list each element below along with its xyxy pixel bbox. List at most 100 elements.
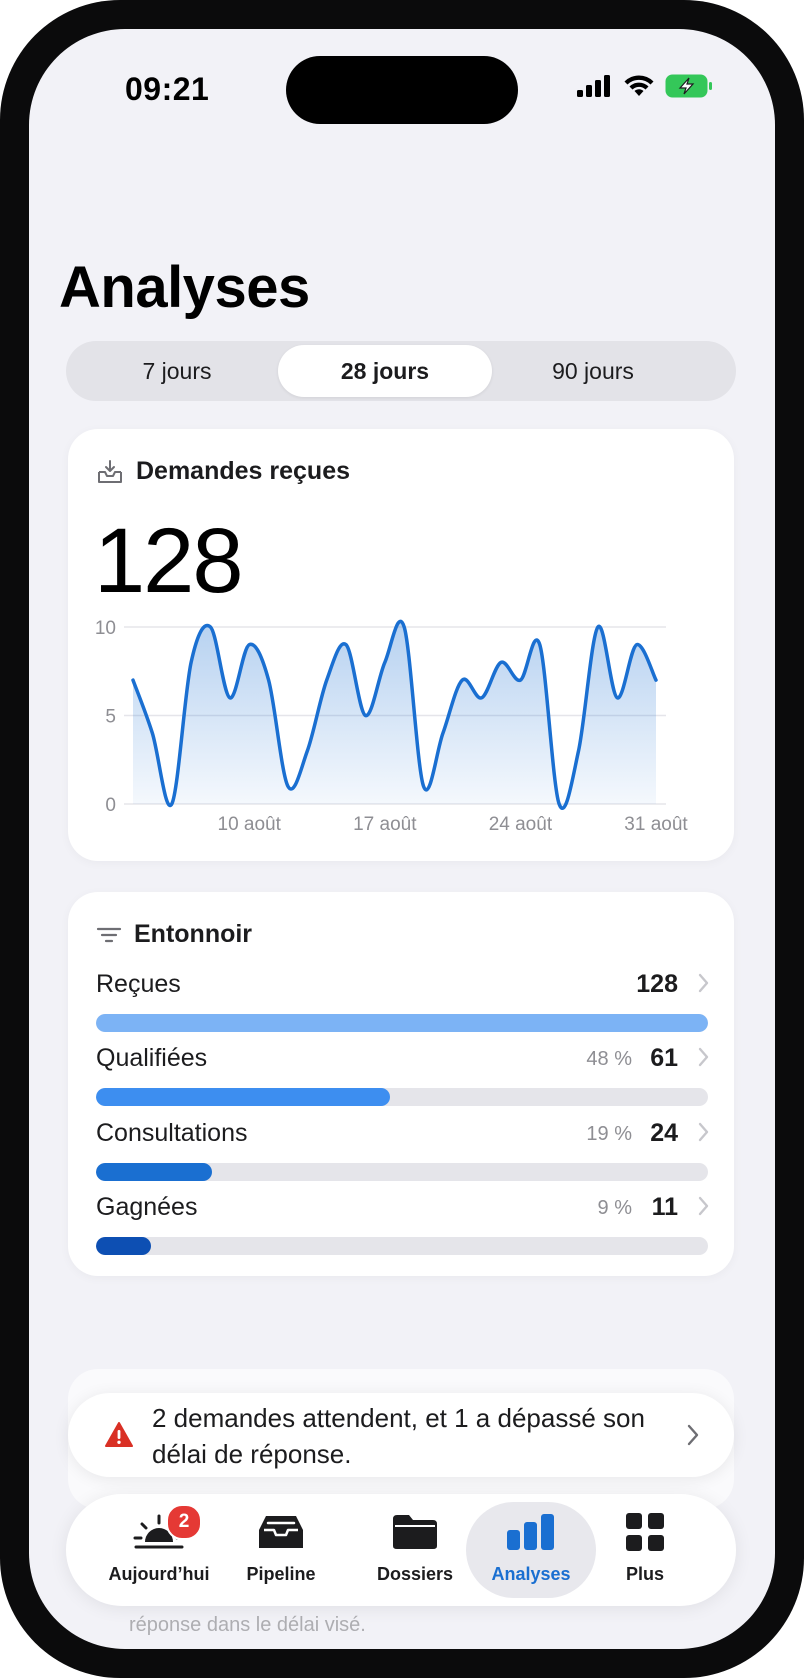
dynamic-island bbox=[286, 56, 518, 124]
funnel-bar-fill bbox=[96, 1237, 152, 1255]
tab-analyses[interactable]: Analyses bbox=[466, 1494, 596, 1606]
chart-point bbox=[131, 678, 135, 682]
tab-today[interactable]: 2 Aujourd’hui bbox=[94, 1494, 224, 1606]
funnel-card: Entonnoir Reçues 128 Qualifiées 48 % 61 Consu… bbox=[68, 892, 734, 1276]
funnel-bar-fill bbox=[96, 1014, 708, 1032]
tab-plus[interactable]: Plus bbox=[580, 1494, 710, 1606]
tab-label-pipeline: Pipeline bbox=[246, 1564, 316, 1584]
chart-point bbox=[422, 784, 426, 788]
x-tick-label: 17 août bbox=[353, 814, 417, 835]
funnel-row-label: Gagnées bbox=[96, 1193, 198, 1221]
page-title: Analyses bbox=[59, 255, 310, 320]
segment-90-days[interactable]: 90 jours bbox=[486, 345, 700, 397]
funnel-card-title: Entonnoir bbox=[134, 920, 253, 948]
chevron-right-icon bbox=[698, 1196, 709, 1216]
chart-point bbox=[499, 660, 503, 664]
phone-frame: 09:21 Analyses 7 jours 28 jours 90 jours… bbox=[0, 0, 804, 1678]
funnel-row[interactable]: Qualifiées 48 % 61 bbox=[96, 1044, 709, 1108]
status-time: 09:21 bbox=[125, 71, 210, 107]
chart-point bbox=[480, 696, 484, 700]
chart-point bbox=[538, 643, 542, 647]
y-tick-label: 5 bbox=[105, 707, 116, 728]
chart-point bbox=[402, 625, 406, 629]
banner-text: 2 demandes attendent, et 1 a dépassé son… bbox=[152, 1403, 645, 1469]
battery-charging-icon bbox=[665, 74, 712, 98]
funnel-row[interactable]: Reçues 128 bbox=[96, 970, 709, 1034]
chart-point bbox=[460, 678, 464, 682]
chart-point bbox=[518, 678, 522, 682]
today-badge: 2 bbox=[166, 1504, 202, 1540]
funnel-bar-track bbox=[96, 1088, 708, 1106]
period-segmented-control: 7 jours 28 jours 90 jours bbox=[66, 341, 736, 401]
chart-point bbox=[286, 784, 290, 788]
funnel-bar-track bbox=[96, 1237, 708, 1255]
chevron-right-icon bbox=[698, 973, 709, 993]
funnel-row-percent: 48 % bbox=[586, 1048, 632, 1070]
background-text: réponse dans le délai visé. bbox=[129, 1614, 366, 1636]
requests-chart: 0 5 10 10 août 17 août 24 août 31 août bbox=[95, 618, 689, 835]
x-tick-label: 24 août bbox=[489, 814, 553, 835]
funnel-row-value: 61 bbox=[650, 1044, 678, 1072]
chart-point bbox=[267, 678, 271, 682]
chart-point bbox=[654, 678, 658, 682]
chevron-right-icon bbox=[698, 1047, 709, 1067]
cellular-signal-icon bbox=[577, 75, 610, 97]
folder-icon bbox=[393, 1515, 437, 1549]
segment-7-days[interactable]: 7 jours bbox=[70, 345, 284, 397]
chart-point bbox=[441, 731, 445, 735]
grid-icon bbox=[626, 1513, 664, 1551]
chart-point bbox=[577, 749, 581, 753]
chart-point bbox=[228, 696, 232, 700]
chart-point bbox=[189, 660, 193, 664]
tray-icon bbox=[259, 1516, 303, 1548]
tab-label-analyses: Analyses bbox=[491, 1564, 571, 1584]
funnel-row-percent: 9 % bbox=[597, 1197, 632, 1219]
chart-point bbox=[247, 643, 251, 647]
tab-dossiers[interactable]: Dossiers bbox=[350, 1494, 480, 1606]
funnel-row[interactable]: Consultations 19 % 24 bbox=[96, 1119, 709, 1183]
funnel-row[interactable]: Gagnées 9 % 11 bbox=[96, 1193, 709, 1257]
chart-point bbox=[170, 802, 174, 806]
requests-card[interactable]: Demandes reçues 128 0 5 10 10 août 17 août 24… bbox=[68, 429, 734, 861]
filter-lines-icon bbox=[96, 927, 122, 942]
warning-icon bbox=[105, 1422, 133, 1447]
chart-point bbox=[325, 678, 329, 682]
tab-label-plus: Plus bbox=[625, 1564, 664, 1584]
funnel-row-label: Reçues bbox=[96, 970, 181, 998]
chart-point bbox=[383, 660, 387, 664]
tab-label-dossiers: Dossiers bbox=[376, 1564, 454, 1584]
chart-point bbox=[150, 731, 154, 735]
status-icons bbox=[577, 74, 713, 98]
chart-point bbox=[305, 749, 309, 753]
chart-point bbox=[344, 643, 348, 647]
tab-bar: 2 Aujourd’hui Pipeline Dossiers Analyses… bbox=[66, 1494, 736, 1606]
bar-chart-icon bbox=[507, 1514, 554, 1550]
x-tick-label: 10 août bbox=[218, 814, 282, 835]
chart-point bbox=[615, 696, 619, 700]
wifi-icon bbox=[624, 75, 654, 96]
funnel-row-label: Qualifiées bbox=[96, 1044, 208, 1072]
chart-point bbox=[557, 802, 561, 806]
funnel-card-header: Entonnoir bbox=[96, 920, 252, 949]
tab-pipeline[interactable]: Pipeline bbox=[216, 1494, 346, 1606]
screen: 09:21 Analyses 7 jours 28 jours 90 jours… bbox=[29, 29, 775, 1649]
pending-requests-banner[interactable]: 2 demandes attendent, et 1 a dépassé son… bbox=[68, 1393, 734, 1477]
funnel-row-value: 11 bbox=[651, 1193, 678, 1221]
tab-label-today: Aujourd’hui bbox=[108, 1564, 210, 1584]
funnel-row-value: 128 bbox=[636, 970, 678, 998]
chart-point bbox=[596, 625, 600, 629]
chart-point bbox=[363, 714, 367, 718]
segment-28-days[interactable]: 28 jours bbox=[278, 345, 492, 397]
funnel-bar-track bbox=[96, 1163, 708, 1181]
chart-point bbox=[208, 625, 212, 629]
chart-point bbox=[635, 643, 639, 647]
funnel-bar-fill bbox=[96, 1163, 213, 1181]
chevron-right-icon bbox=[687, 1424, 699, 1446]
funnel-row-percent: 19 % bbox=[586, 1123, 632, 1145]
funnel-bar-track bbox=[96, 1014, 708, 1032]
funnel-bar-fill bbox=[96, 1088, 390, 1106]
y-tick-label: 0 bbox=[105, 795, 116, 816]
funnel-row-label: Consultations bbox=[96, 1119, 248, 1147]
chevron-right-icon bbox=[698, 1122, 709, 1142]
funnel-row-value: 24 bbox=[650, 1119, 678, 1147]
